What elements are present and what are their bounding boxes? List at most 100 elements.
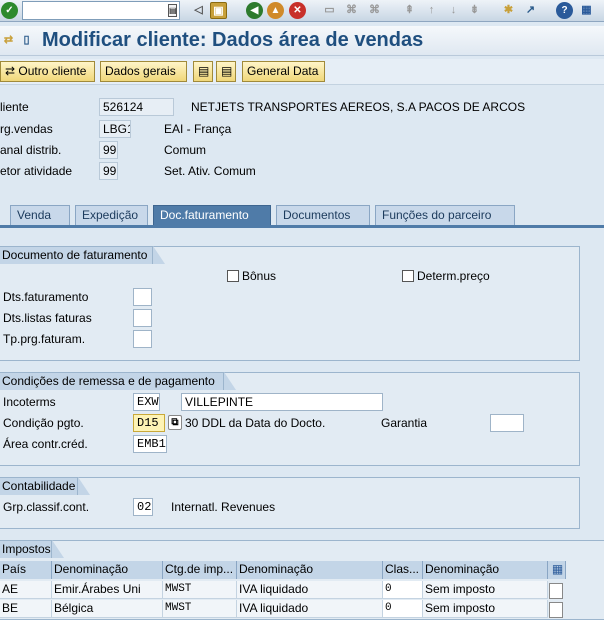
row-selector[interactable] xyxy=(549,583,563,599)
back-triangle-icon[interactable]: ◁ xyxy=(190,2,207,19)
col-header-denominacao-pais[interactable]: Denominação xyxy=(52,561,163,579)
general-data-button[interactable]: Dados gerais xyxy=(100,61,187,82)
next-screen-button[interactable]: ▤ xyxy=(216,61,236,82)
first-page-icon[interactable]: ⇞ xyxy=(401,2,418,19)
cancel-icon[interactable]: ✕ xyxy=(289,2,306,19)
canal-name: Comum xyxy=(164,143,207,157)
cond-pgto-field[interactable]: D15 xyxy=(133,414,165,432)
table-cell: Sem imposto xyxy=(423,600,548,618)
garantia-field[interactable] xyxy=(490,414,524,432)
value-help-icon[interactable]: ⧉ xyxy=(168,415,182,430)
tab-funcoes-parceiro[interactable]: Funções do parceiro xyxy=(375,205,515,226)
group-title: Condições de remessa e de pagamento xyxy=(0,372,236,390)
command-field[interactable]: ▤ xyxy=(22,1,180,20)
bonus-label: Bônus xyxy=(242,269,277,283)
other-customer-button[interactable]: ⇄ Outro cliente xyxy=(0,61,95,82)
application-toolbar: ⇄ Outro cliente Dados gerais ▤ ▤ General… xyxy=(0,59,604,85)
setor-label: etor atividade xyxy=(0,164,73,178)
org-vendas-field[interactable]: LBG1 xyxy=(99,120,131,138)
dts-listas-field[interactable] xyxy=(133,309,152,327)
tab-expedicao[interactable]: Expedição xyxy=(75,205,148,226)
save-icon[interactable]: ▣ xyxy=(210,2,227,19)
page-title: Modificar cliente: Dados área de vendas xyxy=(42,29,424,51)
org-vendas-name: EAI - França xyxy=(164,122,232,136)
area-credito-label: Área contr.créd. xyxy=(3,437,88,451)
table-cell: Sem imposto xyxy=(423,581,548,599)
canal-label: anal distrib. xyxy=(0,143,62,157)
last-page-icon[interactable]: ⇟ xyxy=(466,2,483,19)
group-title: Contabilidade xyxy=(0,477,90,495)
tab-strip: Venda Expedição Doc.faturamento Document… xyxy=(0,204,604,226)
col-header-clas[interactable]: Clas... xyxy=(383,561,423,579)
title-bar: ⇄ ▯ Modificar cliente: Dados área de ven… xyxy=(0,26,604,56)
group-contabilidade: Contabilidade Grp.classif.cont. 02 Inter… xyxy=(0,477,580,529)
col-header-denominacao-clas[interactable]: Denominação xyxy=(423,561,548,579)
impostos-table: País Denominação Ctg.de imp... Denominaç… xyxy=(0,561,568,618)
find-next-icon[interactable]: ⌘ xyxy=(366,2,383,19)
org-vendas-label: rg.vendas xyxy=(0,122,53,136)
setor-field[interactable]: 99 xyxy=(99,162,118,180)
next-page-icon[interactable]: ↓ xyxy=(445,2,462,19)
group-condicoes: Condições de remessa e de pagamento Inco… xyxy=(0,372,580,466)
row-selector[interactable] xyxy=(549,602,563,618)
prev-screen-button[interactable]: ▤ xyxy=(193,61,213,82)
table-cell: Emir.Árabes Uni xyxy=(52,581,163,599)
cliente-label: liente xyxy=(0,100,29,114)
garantia-label: Garantia xyxy=(381,416,428,430)
table-cell: MWST xyxy=(163,600,237,618)
shortcut-icon[interactable]: ↗ xyxy=(522,2,539,19)
setor-name: Set. Ativ. Comum xyxy=(164,164,256,178)
exit-icon[interactable]: ▲ xyxy=(267,2,284,19)
table-cell: Bélgica xyxy=(52,600,163,618)
col-header-ctg-imp[interactable]: Ctg.de imp... xyxy=(163,561,237,579)
enter-icon[interactable]: ✓ xyxy=(1,2,18,19)
cond-pgto-desc: 30 DDL da Data do Docto. xyxy=(185,416,326,430)
table-cell: IVA liquidado xyxy=(237,581,383,599)
bonus-checkbox[interactable] xyxy=(227,270,239,282)
tax-class-field[interactable]: 0 xyxy=(383,600,423,618)
table-cell: MWST xyxy=(163,581,237,599)
incoterms-place-field[interactable]: VILLEPINTE xyxy=(181,393,383,411)
system-toolbar: ✓ ▤ ◁ ▣ ◀ ▲ ✕ ▭ ⌘ ⌘ ⇞ ↑ ↓ ⇟ ✱ ↗ ? ▦ xyxy=(0,0,604,22)
find-icon[interactable]: ⌘ xyxy=(343,2,360,19)
cond-pgto-label: Condição pgto. xyxy=(3,416,84,430)
incoterms-label: Incoterms xyxy=(3,395,56,409)
cliente-name: NETJETS TRANSPORTES AEREOS, S.A PACOS DE… xyxy=(191,100,526,114)
dts-faturamento-field[interactable] xyxy=(133,288,152,306)
display-change-icon[interactable]: ⇄ xyxy=(0,32,17,49)
command-history-icon[interactable]: ▤ xyxy=(168,4,177,17)
area-credito-field[interactable]: EMB1 xyxy=(133,435,167,453)
new-session-icon[interactable]: ✱ xyxy=(500,2,517,19)
determ-preco-checkbox[interactable] xyxy=(402,270,414,282)
group-documento-faturamento: Documento de faturamento Bônus Determ.pr… xyxy=(0,246,580,361)
grp-classif-field[interactable]: 02 xyxy=(133,498,153,516)
col-header-denominacao-ctg[interactable]: Denominação xyxy=(237,561,383,579)
tab-venda[interactable]: Venda xyxy=(10,205,70,226)
table-cell: BE xyxy=(0,600,52,618)
tab-doc-faturamento[interactable]: Doc.faturamento xyxy=(153,205,271,226)
document-icon[interactable]: ▯ xyxy=(18,32,35,49)
prev-page-icon[interactable]: ↑ xyxy=(423,2,440,19)
table-cell: IVA liquidado xyxy=(237,600,383,618)
tab-documentos[interactable]: Documentos xyxy=(276,205,370,226)
layout-menu-icon[interactable]: ▦ xyxy=(578,2,595,19)
back-icon[interactable]: ◀ xyxy=(246,2,263,19)
incoterms-field[interactable]: EXW xyxy=(133,393,160,411)
tax-class-field[interactable]: 0 xyxy=(383,581,423,599)
cliente-field[interactable]: 526124 xyxy=(99,98,174,116)
grp-classif-desc: Internatl. Revenues xyxy=(171,500,276,514)
tp-prg-label: Tp.prg.faturam. xyxy=(3,332,86,346)
grp-classif-label: Grp.classif.cont. xyxy=(3,500,90,514)
group-title: Impostos xyxy=(0,540,64,558)
general-data-en-button[interactable]: General Data xyxy=(242,61,325,82)
col-header-pais[interactable]: País xyxy=(0,561,52,579)
table-cell: AE xyxy=(0,581,52,599)
dts-listas-label: Dts.listas faturas xyxy=(3,311,92,325)
determ-preco-label: Determ.preço xyxy=(417,269,490,283)
help-icon[interactable]: ? xyxy=(556,2,573,19)
print-icon[interactable]: ▭ xyxy=(321,2,338,19)
column-settings-icon[interactable]: ▦ xyxy=(548,561,566,579)
dts-faturamento-label: Dts.faturamento xyxy=(3,290,89,304)
tp-prg-field[interactable] xyxy=(133,330,152,348)
canal-field[interactable]: 99 xyxy=(99,141,118,159)
